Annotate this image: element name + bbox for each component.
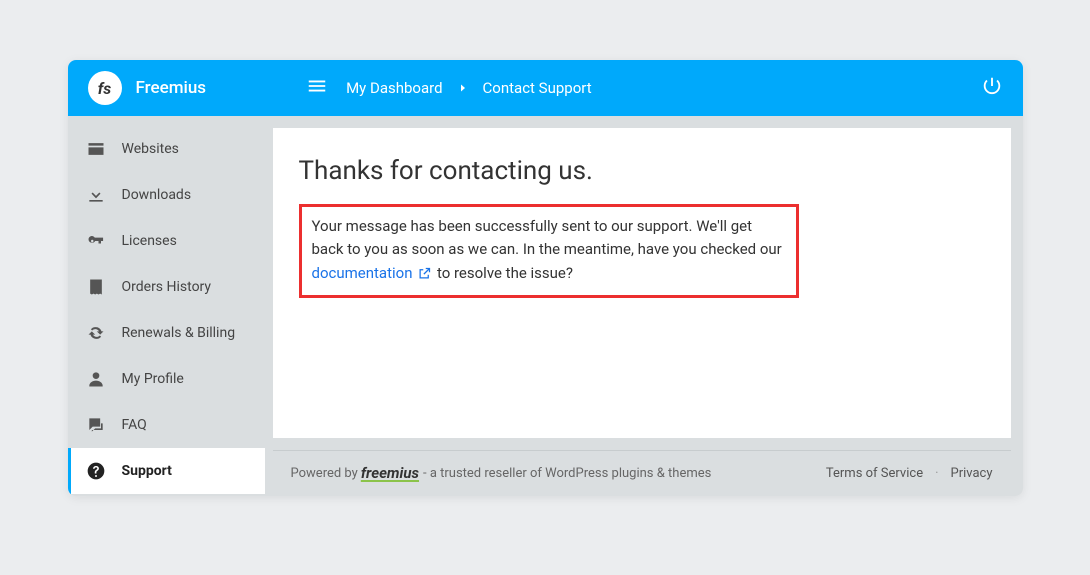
chevron-right-icon [457, 82, 469, 94]
documentation-link-text: documentation [312, 264, 413, 282]
sidebar-item-licenses[interactable]: Licenses [68, 218, 265, 264]
privacy-link[interactable]: Privacy [951, 466, 993, 481]
sidebar-item-label: FAQ [122, 417, 147, 433]
sidebar-item-label: Downloads [122, 187, 192, 203]
logout-button[interactable] [981, 75, 1003, 101]
sidebar-item-label: Licenses [122, 233, 177, 249]
page-title: Thanks for contacting us. [299, 156, 985, 186]
footer: Powered by freemius - a trusted reseller… [273, 450, 1011, 496]
sidebar-item-faq[interactable]: FAQ [68, 402, 265, 448]
sidebar-item-label: Websites [122, 141, 179, 157]
receipt-icon [86, 277, 106, 297]
sidebar: Websites Downloads Licenses Orders Histo… [68, 116, 265, 496]
sidebar-item-label: Orders History [122, 279, 212, 295]
sidebar-item-orders-history[interactable]: Orders History [68, 264, 265, 310]
breadcrumb-item-dashboard[interactable]: My Dashboard [346, 79, 442, 97]
content-card: Thanks for contacting us. Your message h… [273, 128, 1011, 438]
chat-icon [86, 415, 106, 435]
sidebar-item-support[interactable]: Support [68, 448, 265, 494]
websites-icon [86, 139, 106, 159]
sidebar-item-downloads[interactable]: Downloads [68, 172, 265, 218]
tos-link[interactable]: Terms of Service [826, 466, 923, 481]
brand-logo-text: fs [98, 79, 112, 98]
external-link-icon [417, 266, 432, 281]
sync-icon [86, 323, 106, 343]
footer-links: Terms of Service · Privacy [826, 466, 993, 481]
profile-icon [86, 369, 106, 389]
sidebar-item-label: Renewals & Billing [122, 325, 236, 341]
main-body: Websites Downloads Licenses Orders Histo… [68, 116, 1023, 496]
sidebar-item-my-profile[interactable]: My Profile [68, 356, 265, 402]
hamburger-menu-button[interactable] [306, 75, 328, 101]
message-text-before: Your message has been successfully sent … [312, 217, 782, 258]
content-area: Thanks for contacting us. Your message h… [265, 116, 1023, 496]
powered-by-label: Powered by [291, 466, 358, 481]
brand-logo[interactable]: fs [88, 71, 122, 105]
brand-name: Freemius [136, 78, 207, 98]
header-bar: fs Freemius My Dashboard Contact Support [68, 60, 1023, 116]
power-icon [981, 75, 1003, 101]
message-text-after: to resolve the issue? [433, 264, 573, 282]
key-icon [86, 231, 106, 251]
sidebar-item-websites[interactable]: Websites [68, 126, 265, 172]
confirmation-message-box: Your message has been successfully sent … [299, 204, 799, 298]
breadcrumb: My Dashboard Contact Support [346, 79, 592, 97]
sidebar-item-label: Support [122, 463, 172, 479]
app-window: fs Freemius My Dashboard Contact Support [68, 60, 1023, 496]
sidebar-item-renewals-billing[interactable]: Renewals & Billing [68, 310, 265, 356]
breadcrumb-item-contact-support[interactable]: Contact Support [483, 79, 592, 97]
download-icon [86, 185, 106, 205]
documentation-link[interactable]: documentation [312, 264, 413, 282]
sidebar-item-label: My Profile [122, 371, 184, 387]
footer-separator: · [935, 466, 938, 481]
footer-tagline: - a trusted reseller of WordPress plugin… [423, 466, 711, 481]
help-icon [86, 461, 106, 481]
hamburger-icon [306, 75, 328, 101]
footer-brand[interactable]: freemius [361, 464, 419, 482]
